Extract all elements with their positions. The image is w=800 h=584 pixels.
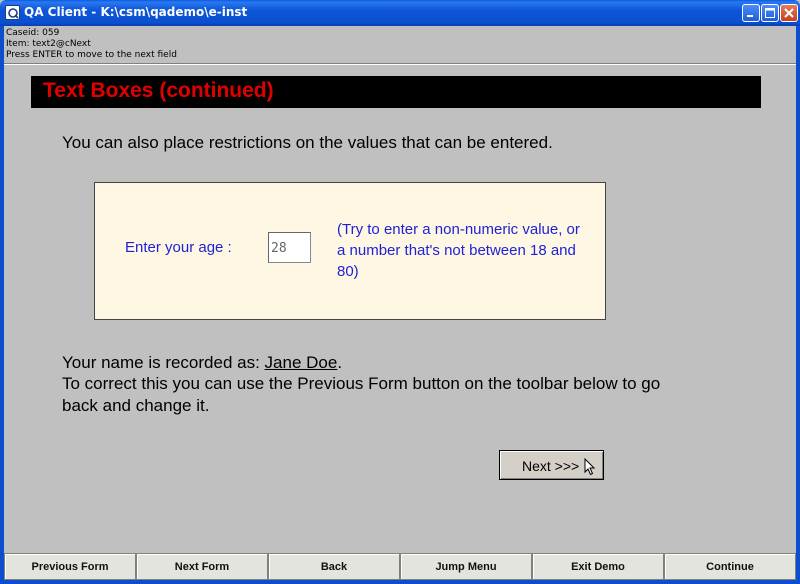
continue-button[interactable]: Continue <box>664 553 796 580</box>
item-text: Item: text2@cNext <box>6 39 91 49</box>
age-hint: (Try to enter a non-numeric value, or a … <box>337 221 580 280</box>
minimize-icon <box>747 15 753 17</box>
title-bar[interactable]: QA Client - K:\csm\qademo\e-inst <box>0 0 800 26</box>
previous-form-button[interactable]: Previous Form <box>4 553 136 580</box>
caseid-text: Caseid: 059 <box>6 28 60 38</box>
jump-menu-button[interactable]: Jump Menu <box>400 553 532 580</box>
next-button-label: Next >>> <box>522 458 580 474</box>
exit-demo-button[interactable]: Exit Demo <box>532 553 664 580</box>
age-label: Enter your age : <box>125 239 232 256</box>
close-icon <box>784 8 794 18</box>
age-panel: Enter your age : (Try to enter a non-num… <box>94 182 606 320</box>
intro-text: You can also place restrictions on the v… <box>62 133 553 152</box>
status-area: Caseid: 059 Item: text2@cNext Press ENTE… <box>6 28 177 61</box>
correction-text: To correct this you can use the Previous… <box>62 374 661 415</box>
name-record-prefix: Your name is recorded as: <box>62 353 265 372</box>
bottom-toolbar: Previous Form Next Form Back Jump Menu E… <box>4 553 796 580</box>
instruction-text: Press ENTER to move to the next field <box>6 50 177 60</box>
next-button[interactable]: Next >>> <box>499 450 604 480</box>
name-record-suffix: . <box>337 353 343 372</box>
page-heading: Text Boxes (continued) <box>31 76 761 108</box>
app-icon[interactable] <box>5 5 20 20</box>
window-frame-left <box>0 26 4 584</box>
back-button[interactable]: Back <box>268 553 400 580</box>
window-frame-right <box>796 26 800 584</box>
window-title: QA Client - K:\csm\qademo\e-inst <box>24 5 248 19</box>
window-frame-bottom <box>0 580 800 584</box>
age-input[interactable] <box>268 232 311 263</box>
maximize-icon <box>765 8 775 18</box>
next-form-button[interactable]: Next Form <box>136 553 268 580</box>
name-value: Jane Doe <box>264 353 338 372</box>
close-button[interactable] <box>780 4 798 22</box>
maximize-button[interactable] <box>761 4 779 22</box>
name-record: Your name is recorded as: Jane Doe. <box>62 352 342 373</box>
divider-highlight <box>4 64 796 65</box>
minimize-button[interactable] <box>742 4 760 22</box>
mouse-cursor-icon <box>584 458 596 476</box>
